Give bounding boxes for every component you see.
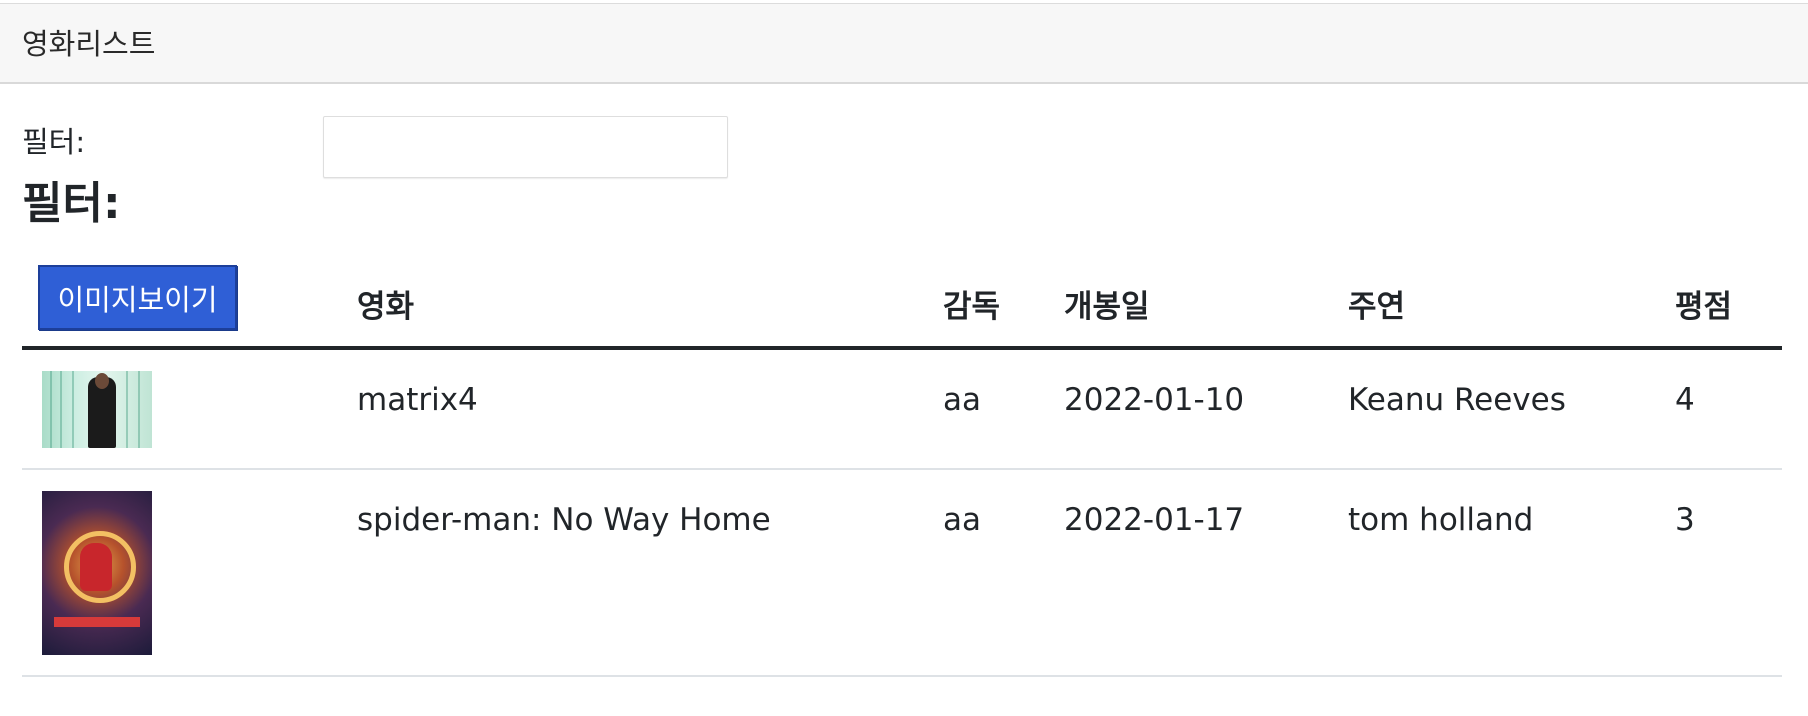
rating-cell: 3 [1675,469,1782,677]
release-date: 2022-01-10 [1064,382,1245,418]
release-date: 2022-01-17 [1064,502,1245,538]
column-header-release-date: 개봉일 [1064,258,1348,350]
lead-actor: Keanu Reeves [1348,382,1566,418]
table-header: 영화 감독 개봉일 주연 평점 [22,258,1782,350]
director-cell: aa [943,348,1064,470]
column-header-movie: 영화 [357,258,943,350]
rating-cell: 4 [1675,348,1782,470]
column-header-rating: 평점 [1675,258,1782,350]
navbar: 영화리스트 [0,3,1808,84]
lead-actor-cell: tom holland [1348,469,1675,677]
table-row: matrix4 aa 2022-01-10 Keanu Reeves 4 [22,348,1782,470]
rating: 3 [1675,502,1695,538]
column-header-director: 감독 [943,258,1064,350]
lead-actor-cell: Keanu Reeves [1348,348,1675,470]
director: aa [943,502,981,538]
rating: 4 [1675,382,1695,418]
column-header-lead-actor: 주연 [1348,258,1675,350]
show-images-button[interactable]: 이미지보이기 [38,265,237,330]
movie-title: spider-man: No Way Home [357,502,771,538]
movie-title-cell: spider-man: No Way Home [357,469,943,677]
release-date-cell: 2022-01-17 [1064,469,1348,677]
lead-actor: tom holland [1348,502,1534,538]
spider-man-poster-image [42,491,152,655]
director-cell: aa [943,469,1064,677]
movie-title: matrix4 [357,382,478,418]
movie-table: 영화 감독 개봉일 주연 평점 matrix4 aa 2022-01-10 Ke… [22,258,1782,677]
table-row: spider-man: No Way Home aa 2022-01-17 to… [22,469,1782,677]
table-body: matrix4 aa 2022-01-10 Keanu Reeves 4 spi… [22,348,1782,677]
poster-cell [22,348,357,470]
movie-title-cell: matrix4 [357,348,943,470]
navbar-brand[interactable]: 영화리스트 [22,26,155,62]
release-date-cell: 2022-01-10 [1064,348,1348,470]
filter-label: 필터: [22,125,86,159]
table-header-row: 영화 감독 개봉일 주연 평점 [22,258,1782,350]
poster-cell [22,469,357,677]
filter-heading: 필터: [22,178,121,229]
director: aa [943,382,981,418]
filter-input[interactable] [323,116,728,178]
matrix-poster-image [42,371,152,448]
